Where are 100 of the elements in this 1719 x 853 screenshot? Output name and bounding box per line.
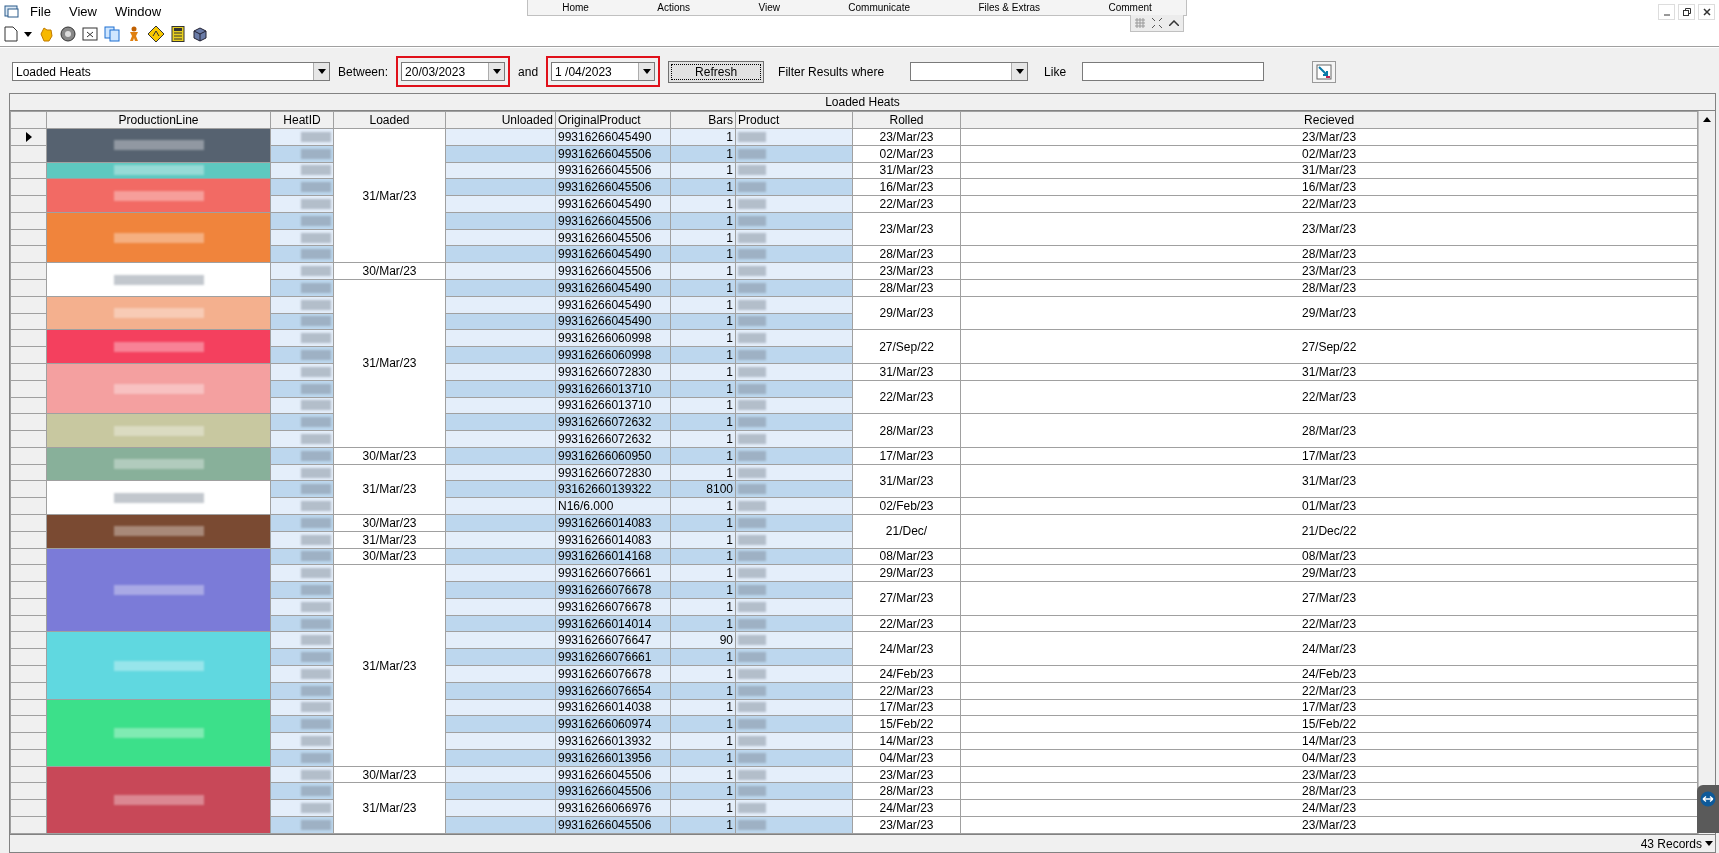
redacted-block — [301, 820, 331, 830]
redacted-block — [738, 417, 766, 428]
redacted-block — [301, 232, 331, 243]
redacted-block — [301, 685, 331, 696]
loaded-cell: 31/Mar/23 — [333, 128, 446, 263]
like-input[interactable] — [1082, 62, 1265, 81]
redacted-block — [301, 618, 331, 629]
loaded-cell: 31/Mar/23 — [333, 464, 446, 515]
column-header[interactable]: Loaded — [333, 111, 446, 129]
redacted-block — [301, 131, 331, 142]
redacted-block — [738, 366, 766, 377]
current-row-icon — [25, 131, 32, 142]
redacted-block — [301, 383, 331, 394]
recieved-cell: 31/Mar/23 — [960, 464, 1698, 498]
new-document-icon[interactable] — [4, 26, 18, 42]
window-icon[interactable] — [82, 26, 98, 42]
rolled-cell: 29/Mar/23 — [852, 296, 961, 330]
column-header[interactable]: Unloaded — [445, 111, 556, 129]
close-button[interactable] — [1698, 4, 1715, 20]
remote-toolbar-item[interactable]: Actions — [657, 2, 691, 13]
redacted-block — [738, 702, 766, 713]
collapse-caret-icon[interactable] — [1169, 20, 1180, 26]
remote-toolbar-item[interactable]: Comment — [1108, 2, 1152, 13]
recieved-cell: 24/Mar/23 — [960, 631, 1698, 666]
redacted-block — [301, 450, 331, 461]
column-header[interactable]: Recieved — [960, 111, 1698, 129]
filter-field-select[interactable] — [910, 62, 1029, 81]
redacted-block — [738, 635, 766, 646]
redacted-block — [301, 350, 331, 361]
scroll-up-icon[interactable] — [1703, 116, 1712, 122]
menu-item[interactable]: View — [60, 3, 105, 19]
expand-icon[interactable] — [1152, 18, 1162, 28]
warning-sign-icon[interactable] — [148, 26, 164, 42]
rolled-cell: 28/Mar/23 — [852, 413, 961, 448]
redacted-block — [301, 249, 331, 260]
copy-icon[interactable] — [104, 26, 120, 42]
redacted-block — [301, 803, 331, 814]
redacted-block — [738, 282, 766, 293]
hand-icon[interactable] — [38, 26, 54, 42]
redacted-block — [738, 652, 766, 663]
redacted-block — [301, 517, 331, 528]
export-button[interactable] — [1312, 60, 1337, 83]
redacted-block — [738, 400, 766, 411]
redacted-block — [301, 484, 331, 495]
loaded-cell: 31/Mar/23 — [333, 564, 446, 767]
disc-icon[interactable] — [60, 26, 76, 42]
menu-item[interactable]: File — [22, 3, 59, 19]
redacted-block — [738, 585, 766, 595]
redacted-block — [738, 383, 766, 394]
redacted-block — [738, 501, 766, 512]
redacted-block — [301, 182, 331, 193]
vertical-scrollbar[interactable] — [1698, 111, 1715, 834]
restore-icon — [1682, 8, 1691, 16]
redacted-block — [301, 148, 331, 159]
column-header[interactable]: Product — [735, 111, 853, 129]
redacted-block — [301, 467, 331, 478]
redacted-block — [301, 534, 331, 545]
redacted-block — [738, 601, 766, 612]
redacted-block — [738, 350, 766, 361]
column-header[interactable]: Bars — [670, 111, 736, 129]
redacted-block — [301, 585, 331, 595]
redacted-block — [301, 752, 331, 763]
report-select[interactable]: Loaded Heats — [12, 62, 330, 81]
cube-icon[interactable] — [192, 26, 208, 42]
remote-toolbar-item[interactable]: Home — [562, 2, 589, 13]
redacted-block — [301, 316, 331, 327]
redacted-block — [738, 249, 766, 260]
redacted-block — [738, 215, 766, 226]
rolled-cell: 27/Mar/23 — [852, 581, 961, 616]
grid-icon[interactable] — [1134, 18, 1145, 28]
redacted-block — [301, 215, 331, 226]
caret-icon — [1015, 69, 1024, 74]
rolled-cell: 24/Mar/23 — [852, 631, 961, 666]
calculator-icon[interactable] — [170, 26, 186, 42]
filter-label: Filter Results where — [778, 64, 885, 79]
redacted-block — [738, 517, 766, 528]
column-header[interactable]: Rolled — [852, 111, 961, 129]
redacted-block — [738, 266, 766, 277]
side-panel-tab[interactable] — [1697, 785, 1719, 833]
remote-toolbar-item[interactable]: Files & Extras — [978, 2, 1041, 13]
redacted-block — [301, 333, 331, 344]
recieved-cell: 27/Mar/23 — [960, 581, 1698, 616]
app-icon — [4, 4, 20, 18]
from-date-field[interactable]: 20/03/2023 — [401, 62, 506, 81]
recieved-cell: 28/Mar/23 — [960, 413, 1698, 448]
column-header[interactable]: OriginalProduct — [555, 111, 671, 129]
remote-toolbar-item[interactable]: Communicate — [848, 2, 910, 13]
restore-button[interactable] — [1678, 4, 1695, 20]
column-header[interactable]: HeatID — [270, 111, 334, 129]
remote-toolbar-item[interactable]: View — [758, 2, 780, 13]
caret-icon — [317, 69, 326, 74]
redacted-block — [738, 467, 766, 478]
to-date-field[interactable]: 1 /04/2023 — [551, 62, 656, 81]
column-header[interactable]: ProductionLine — [46, 111, 271, 129]
redacted-block — [738, 182, 766, 193]
refresh-button[interactable]: Refresh — [668, 60, 765, 83]
redacted-block — [738, 752, 766, 763]
recieved-cell: 23/Mar/23 — [960, 212, 1698, 246]
menu-item[interactable]: Window — [106, 3, 170, 19]
redacted-block — [738, 232, 766, 243]
